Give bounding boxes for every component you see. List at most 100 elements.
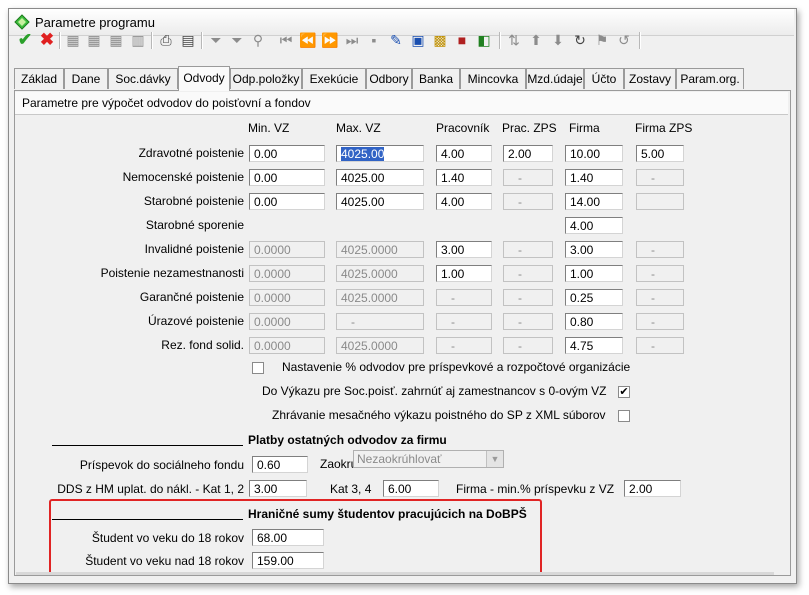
min-percent-input[interactable]: 2.00 bbox=[624, 480, 681, 497]
min-vz-input[interactable]: 0.00 bbox=[249, 169, 325, 186]
down-icon[interactable]: ⬇ bbox=[549, 31, 567, 49]
pracovnik-input[interactable]: - bbox=[436, 337, 492, 354]
firma-input[interactable]: 0.25 bbox=[565, 289, 623, 306]
tab-8[interactable]: Mincovka bbox=[460, 68, 526, 89]
social-fund-input[interactable]: 0.60 bbox=[252, 456, 308, 473]
firma-zps-input[interactable] bbox=[636, 193, 684, 210]
first-record-icon[interactable]: ▦ bbox=[64, 31, 82, 49]
cancel-icon[interactable]: ✖ bbox=[38, 31, 56, 49]
horizontal-scrollbar[interactable] bbox=[16, 572, 774, 575]
up-icon[interactable]: ⬆ bbox=[527, 31, 545, 49]
firma-input[interactable]: 1.00 bbox=[565, 265, 623, 282]
firma-zps-input[interactable]: - bbox=[636, 337, 684, 354]
pracovnik-input[interactable]: 4.00 bbox=[436, 145, 492, 162]
max-vz-input[interactable]: 4025.00 bbox=[336, 193, 424, 210]
min-vz-input[interactable]: 0.00 bbox=[249, 193, 325, 210]
tab-2[interactable]: Soc.dávky bbox=[108, 68, 178, 89]
pracovnik-input[interactable]: 1.00 bbox=[436, 265, 492, 282]
tab-12[interactable]: Param.org. bbox=[676, 68, 744, 89]
min-vz-input[interactable]: 0.0000 bbox=[249, 337, 325, 354]
prac-zps-input[interactable]: - bbox=[503, 169, 553, 186]
next-record-icon[interactable]: ▦ bbox=[107, 31, 125, 49]
go-last-page-icon[interactable]: ⏭ bbox=[343, 31, 361, 49]
preview-icon[interactable]: ▤ bbox=[179, 31, 197, 49]
firma-input[interactable]: 1.40 bbox=[565, 169, 623, 186]
firma-zps-input[interactable]: - bbox=[636, 169, 684, 186]
go-prev-page-icon[interactable]: ⏪ bbox=[299, 31, 317, 49]
prev-record-icon[interactable]: ▦ bbox=[85, 31, 103, 49]
sort-icon[interactable]: ⇅ bbox=[505, 31, 523, 49]
firma-zps-input[interactable]: - bbox=[636, 313, 684, 330]
tab-0[interactable]: Základ bbox=[14, 68, 64, 89]
min-vz-input[interactable]: 0.0000 bbox=[249, 313, 325, 330]
pracovnik-input[interactable]: 1.40 bbox=[436, 169, 492, 186]
undo-icon[interactable]: ↺ bbox=[615, 31, 633, 49]
clear-filter-icon[interactable]: ⏷ bbox=[228, 31, 246, 49]
tab-6[interactable]: Odbory bbox=[366, 68, 412, 89]
zero-vz-checkbox[interactable]: ✔ bbox=[618, 386, 630, 398]
min-vz-input[interactable]: 0.00 bbox=[249, 145, 325, 162]
filter-icon[interactable]: ⏷ bbox=[207, 31, 225, 49]
prac-zps-input[interactable]: - bbox=[503, 313, 553, 330]
firma-zps-input[interactable]: - bbox=[636, 241, 684, 258]
print-icon[interactable]: ⎙ bbox=[157, 31, 175, 49]
tab-9[interactable]: Mzd.údaje bbox=[526, 68, 584, 89]
firma-input[interactable]: 3.00 bbox=[565, 241, 623, 258]
kat34-input[interactable]: 6.00 bbox=[383, 480, 439, 497]
go-first-icon[interactable]: ⏮ bbox=[277, 31, 295, 49]
pracovnik-input[interactable]: - bbox=[436, 289, 492, 306]
firma-zps-input[interactable]: - bbox=[636, 265, 684, 282]
student-over18-input[interactable]: 159.00 bbox=[252, 552, 324, 569]
pracovnik-input[interactable]: 4.00 bbox=[436, 193, 492, 210]
max-vz-input[interactable]: 4025.0000 bbox=[336, 241, 424, 258]
max-vz-input[interactable]: 4025.0000 bbox=[336, 289, 424, 306]
tab-1[interactable]: Dane bbox=[64, 68, 108, 89]
insert-icon[interactable]: ▪ bbox=[365, 31, 383, 49]
max-vz-input[interactable]: 4025.00 bbox=[336, 145, 424, 162]
tab-7[interactable]: Banka bbox=[412, 68, 460, 89]
export-icon[interactable]: ▩ bbox=[431, 31, 449, 49]
pracovnik-input[interactable]: 3.00 bbox=[436, 241, 492, 258]
prac-zps-input[interactable]: 2.00 bbox=[503, 145, 553, 162]
dds-input[interactable]: 3.00 bbox=[249, 480, 307, 497]
find-icon[interactable]: ⚲ bbox=[249, 31, 267, 49]
refresh-icon[interactable]: ↻ bbox=[571, 31, 589, 49]
min-vz-input[interactable]: 0.0000 bbox=[249, 241, 325, 258]
max-vz-input[interactable]: 4025.0000 bbox=[336, 337, 424, 354]
prac-zps-input[interactable]: - bbox=[503, 265, 553, 282]
max-vz-input[interactable]: 4025.0000 bbox=[336, 265, 424, 282]
prac-zps-input[interactable]: - bbox=[503, 241, 553, 258]
max-vz-input[interactable]: 4025.00 bbox=[336, 169, 424, 186]
go-next-page-icon[interactable]: ⏩ bbox=[321, 31, 339, 49]
firma-input[interactable]: 4.00 bbox=[565, 217, 623, 234]
max-vz-input[interactable]: - bbox=[336, 313, 424, 330]
tab-10[interactable]: Účto bbox=[584, 68, 624, 89]
firma-zps-input[interactable]: 5.00 bbox=[636, 145, 684, 162]
color-blocks-icon[interactable]: ◧ bbox=[475, 31, 493, 49]
firma-zps-input[interactable]: - bbox=[636, 289, 684, 306]
colors-icon[interactable]: ■ bbox=[453, 31, 471, 49]
rounding-select[interactable]: Nezaokrúhlovať ▼ bbox=[353, 450, 504, 468]
bookmark-icon[interactable]: ⚑ bbox=[593, 31, 611, 49]
calculator-icon[interactable]: ▣ bbox=[409, 31, 427, 49]
chevron-down-icon[interactable]: ▼ bbox=[486, 451, 503, 467]
tab-3[interactable]: Odvody bbox=[178, 66, 230, 91]
confirm-icon[interactable]: ✔ bbox=[16, 31, 34, 49]
min-vz-input[interactable]: 0.0000 bbox=[249, 289, 325, 306]
firma-input[interactable]: 10.00 bbox=[565, 145, 623, 162]
tools-icon[interactable]: ✎ bbox=[387, 31, 405, 49]
prac-zps-input[interactable]: - bbox=[503, 337, 553, 354]
prac-zps-input[interactable]: - bbox=[503, 193, 553, 210]
tab-5[interactable]: Exekúcie bbox=[302, 68, 366, 89]
last-record-icon[interactable]: ▥ bbox=[129, 31, 147, 49]
percent-setting-checkbox[interactable] bbox=[252, 362, 264, 374]
firma-input[interactable]: 0.80 bbox=[565, 313, 623, 330]
student-under18-input[interactable]: 68.00 bbox=[252, 529, 324, 546]
prac-zps-input[interactable]: - bbox=[503, 289, 553, 306]
min-vz-input[interactable]: 0.0000 bbox=[249, 265, 325, 282]
xml-import-checkbox[interactable] bbox=[618, 410, 630, 422]
firma-input[interactable]: 14.00 bbox=[565, 193, 623, 210]
pracovnik-input[interactable]: - bbox=[436, 313, 492, 330]
tab-4[interactable]: Odp.položky bbox=[230, 68, 302, 89]
tab-11[interactable]: Zostavy bbox=[624, 68, 676, 89]
